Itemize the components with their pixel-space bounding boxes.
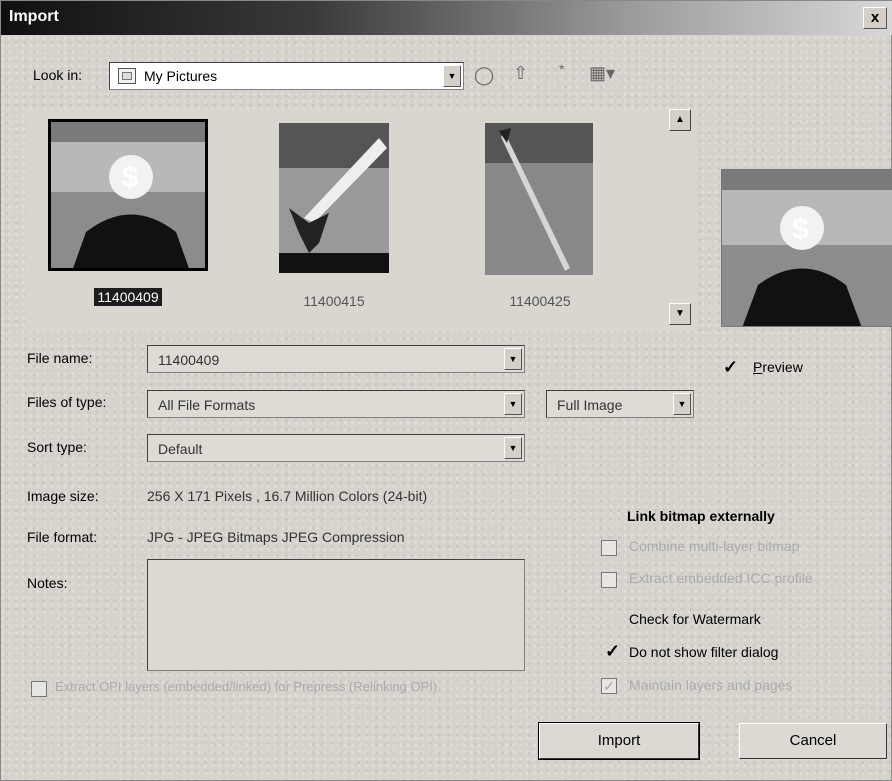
- file-name-label: File name:: [27, 350, 93, 366]
- notes-field: [147, 559, 525, 671]
- notes-label: Notes:: [27, 575, 68, 591]
- chevron-down-icon[interactable]: ▼: [504, 348, 522, 370]
- up-folder-icon[interactable]: ⇧: [513, 63, 528, 84]
- maintain-layers-checkbox[interactable]: ✓: [601, 678, 617, 694]
- file-format-value: JPG - JPEG Bitmaps JPEG Compression: [147, 529, 405, 545]
- no-filter-dialog-label: Do not show filter dialog: [629, 644, 779, 660]
- opi-checkbox[interactable]: [31, 681, 47, 697]
- image-size-label: Image size:: [27, 488, 99, 504]
- file-list[interactable]: $ 11400409 11400415 11400425 ▲ ▼: [25, 109, 697, 331]
- file-name-field[interactable]: 11400409 ▼: [147, 345, 525, 373]
- preview-label: Preview: [753, 359, 803, 375]
- maintain-layers-label: Maintain layers and pages: [629, 677, 793, 693]
- svg-text:$: $: [122, 161, 139, 194]
- import-mode-dropdown[interactable]: Full Image ▼: [546, 390, 694, 418]
- import-dialog: Import x Look in: My Pictures ▼ ◯ ⇧ * ▦▾…: [0, 0, 892, 781]
- no-filter-dialog-checkbox[interactable]: ✓: [605, 641, 620, 662]
- files-of-type-label: Files of type:: [27, 394, 107, 410]
- look-in-dropdown[interactable]: My Pictures ▼: [109, 62, 464, 90]
- chevron-down-icon[interactable]: ▼: [443, 65, 461, 87]
- folder-icon: [118, 68, 136, 84]
- file-name-label: 11400425: [509, 293, 571, 309]
- view-menu-icon[interactable]: ▦▾: [589, 63, 615, 84]
- preview-checkbox[interactable]: ✓: [723, 357, 738, 378]
- import-button[interactable]: Import: [538, 722, 700, 760]
- preview-image: $: [721, 169, 892, 327]
- file-name-label: 11400409: [48, 288, 208, 306]
- chevron-down-icon[interactable]: ▼: [504, 437, 522, 459]
- scroll-down-button[interactable]: ▼: [669, 303, 691, 325]
- look-in-label: Look in:: [33, 67, 83, 83]
- file-name-label: 11400415: [303, 293, 365, 309]
- extract-icc-label: Extract embedded ICC profile: [629, 570, 813, 586]
- title-bar[interactable]: Import x: [1, 1, 892, 35]
- back-icon[interactable]: ◯: [474, 65, 494, 86]
- opi-label: Extract OPI layers (embedded/linked) for…: [55, 679, 438, 694]
- dialog-title: Import: [9, 8, 59, 25]
- chevron-down-icon[interactable]: ▼: [673, 393, 691, 415]
- extract-icc-checkbox[interactable]: [601, 572, 617, 588]
- look-in-value: My Pictures: [144, 68, 218, 84]
- chevron-down-icon[interactable]: ▼: [504, 393, 522, 415]
- combine-layer-label: Combine multi-layer bitmap: [629, 538, 800, 554]
- new-folder-icon[interactable]: *: [559, 61, 564, 77]
- file-format-label: File format:: [27, 529, 98, 545]
- cancel-button[interactable]: Cancel: [739, 723, 887, 759]
- thumbnail-image: $: [48, 119, 208, 271]
- scroll-up-button[interactable]: ▲: [669, 109, 691, 131]
- sort-type-label: Sort type:: [27, 439, 87, 455]
- close-button[interactable]: x: [863, 7, 887, 29]
- check-watermark-label[interactable]: Check for Watermark: [629, 611, 761, 627]
- image-size-value: 256 X 171 Pixels , 16.7 Million Colors (…: [147, 488, 428, 504]
- link-bitmap-option[interactable]: Link bitmap externally: [627, 508, 775, 524]
- sort-type-dropdown[interactable]: Default ▼: [147, 434, 525, 462]
- svg-text:$: $: [792, 213, 809, 246]
- thumbnail-image: [279, 123, 389, 273]
- thumbnail-image: [485, 123, 593, 275]
- combine-layer-checkbox[interactable]: [601, 540, 617, 556]
- files-of-type-dropdown[interactable]: All File Formats ▼: [147, 390, 525, 418]
